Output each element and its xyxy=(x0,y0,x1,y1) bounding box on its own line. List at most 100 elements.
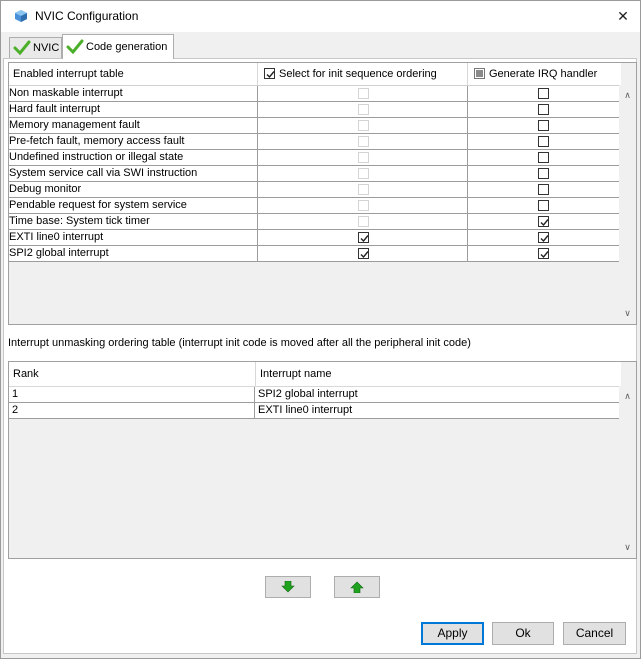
init-sequence-checkbox[interactable] xyxy=(358,248,369,259)
move-up-button[interactable] xyxy=(334,576,380,598)
generate-irq-cell xyxy=(468,230,621,245)
ok-button[interactable]: Ok xyxy=(492,622,554,645)
init-sequence-cell xyxy=(258,86,468,101)
interrupt-name-cell: Debug monitor xyxy=(9,182,258,197)
generate-irq-checkbox[interactable] xyxy=(538,104,549,115)
init-sequence-cell xyxy=(258,166,468,181)
init-sequence-cell xyxy=(258,230,468,245)
tab-code-generation[interactable]: Code generation xyxy=(62,34,174,59)
arrow-down-icon xyxy=(281,581,295,593)
header-rank: Rank xyxy=(13,368,39,380)
table-row[interactable]: EXTI line0 interrupt xyxy=(9,230,621,246)
tab-code-generation-label: Code generation xyxy=(86,41,168,53)
init-sequence-checkbox xyxy=(358,104,369,115)
table-row[interactable]: 1 SPI2 global interrupt xyxy=(9,387,621,403)
table-row[interactable]: Hard fault interrupt xyxy=(9,102,621,118)
interrupt-name-cell: Pendable request for system service xyxy=(9,198,258,213)
table-row[interactable]: Undefined instruction or illegal state xyxy=(9,150,621,166)
generate-irq-cell xyxy=(468,102,621,117)
init-sequence-cell xyxy=(258,134,468,149)
scroll-up-icon[interactable]: ∧ xyxy=(619,388,636,405)
generate-irq-cell xyxy=(468,150,621,165)
interrupt-name-cell: Pre-fetch fault, memory access fault xyxy=(9,134,258,149)
init-sequence-checkbox xyxy=(358,136,369,147)
init-sequence-checkbox xyxy=(358,120,369,131)
interrupt-name-cell: SPI2 global interrupt xyxy=(258,388,358,400)
generate-irq-checkbox[interactable] xyxy=(538,88,549,99)
interrupt-name-cell: Time base: System tick timer xyxy=(9,214,258,229)
header-init-sequence-label: Select for init sequence ordering xyxy=(279,68,437,80)
generate-irq-header-checkbox[interactable] xyxy=(474,68,485,79)
tab-nvic-label: NVIC xyxy=(33,42,60,54)
generate-irq-checkbox[interactable] xyxy=(538,136,549,147)
ordering-table-header: Rank Interrupt name xyxy=(9,362,621,387)
init-sequence-checkbox xyxy=(358,184,369,195)
interrupt-name-cell: Undefined instruction or illegal state xyxy=(9,150,258,165)
generate-irq-checkbox[interactable] xyxy=(538,168,549,179)
table-header: Enabled interrupt table Select for init … xyxy=(9,63,621,86)
init-sequence-cell xyxy=(258,118,468,133)
ordering-table-caption: Interrupt unmasking ordering table (inte… xyxy=(8,337,471,349)
table-row[interactable]: System service call via SWI instruction xyxy=(9,166,621,182)
init-sequence-cell xyxy=(258,150,468,165)
scroll-down-icon[interactable]: ∨ xyxy=(619,539,636,556)
table-row[interactable]: Memory management fault xyxy=(9,118,621,134)
header-init-sequence[interactable]: Select for init sequence ordering xyxy=(258,63,468,85)
interrupt-name-cell: System service call via SWI instruction xyxy=(9,166,258,181)
rank-cell: 1 xyxy=(9,387,255,402)
arrow-up-icon xyxy=(350,581,364,593)
table-row[interactable]: Non maskable interrupt xyxy=(9,86,621,102)
header-divider xyxy=(255,362,256,386)
interrupt-ordering-table: Rank Interrupt name 1 SPI2 global interr… xyxy=(8,361,637,559)
vertical-scrollbar[interactable]: ∧ ∨ xyxy=(619,85,636,324)
tab-nvic[interactable]: NVIC xyxy=(9,37,62,58)
init-sequence-cell xyxy=(258,198,468,213)
init-sequence-checkbox[interactable] xyxy=(358,232,369,243)
table-row[interactable]: Debug monitor xyxy=(9,182,621,198)
generate-irq-checkbox[interactable] xyxy=(538,184,549,195)
generate-irq-cell xyxy=(468,86,621,101)
interrupt-name-cell: Memory management fault xyxy=(9,118,258,133)
interrupt-name-cell: SPI2 global interrupt xyxy=(9,246,258,261)
generate-irq-cell xyxy=(468,246,621,261)
move-down-button[interactable] xyxy=(265,576,311,598)
interrupt-name-cell: EXTI line0 interrupt xyxy=(9,230,258,245)
init-sequence-cell xyxy=(258,182,468,197)
generate-irq-checkbox[interactable] xyxy=(538,120,549,131)
table-row[interactable]: SPI2 global interrupt xyxy=(9,246,621,262)
check-icon xyxy=(66,39,84,55)
window-title: NVIC Configuration xyxy=(35,9,139,23)
table-row[interactable]: Pendable request for system service xyxy=(9,198,621,214)
table-row[interactable]: 2 EXTI line0 interrupt xyxy=(9,403,621,419)
generate-irq-checkbox[interactable] xyxy=(538,248,549,259)
check-icon xyxy=(13,40,31,56)
generate-irq-cell xyxy=(468,198,621,213)
init-sequence-header-checkbox[interactable] xyxy=(264,68,275,79)
generate-irq-checkbox[interactable] xyxy=(538,232,549,243)
apply-button[interactable]: Apply xyxy=(421,622,484,645)
header-generate-irq[interactable]: Generate IRQ handler xyxy=(468,63,621,85)
generate-irq-checkbox[interactable] xyxy=(538,216,549,227)
vertical-scrollbar[interactable]: ∧ ∨ xyxy=(619,386,636,558)
table-row[interactable]: Pre-fetch fault, memory access fault xyxy=(9,134,621,150)
init-sequence-cell xyxy=(258,102,468,117)
init-sequence-checkbox xyxy=(358,216,369,227)
generate-irq-cell xyxy=(468,166,621,181)
init-sequence-checkbox xyxy=(358,168,369,179)
header-enabled-interrupt: Enabled interrupt table xyxy=(9,63,258,85)
table-row[interactable]: Time base: System tick timer xyxy=(9,214,621,230)
cancel-button[interactable]: Cancel xyxy=(563,622,626,645)
scroll-down-icon[interactable]: ∨ xyxy=(619,305,636,322)
rank-cell: 2 xyxy=(9,403,255,418)
generate-irq-cell xyxy=(468,118,621,133)
generate-irq-checkbox[interactable] xyxy=(538,200,549,211)
close-button[interactable]: ✕ xyxy=(612,5,634,27)
interrupt-name-cell: Non maskable interrupt xyxy=(9,86,258,101)
interrupt-name-cell: EXTI line0 interrupt xyxy=(258,404,353,416)
enabled-interrupt-table: Enabled interrupt table Select for init … xyxy=(8,62,637,325)
header-generate-irq-label: Generate IRQ handler xyxy=(489,68,598,80)
generate-irq-checkbox[interactable] xyxy=(538,152,549,163)
header-interrupt-name: Interrupt name xyxy=(260,368,332,380)
scroll-up-icon[interactable]: ∧ xyxy=(619,87,636,104)
init-sequence-checkbox xyxy=(358,200,369,211)
